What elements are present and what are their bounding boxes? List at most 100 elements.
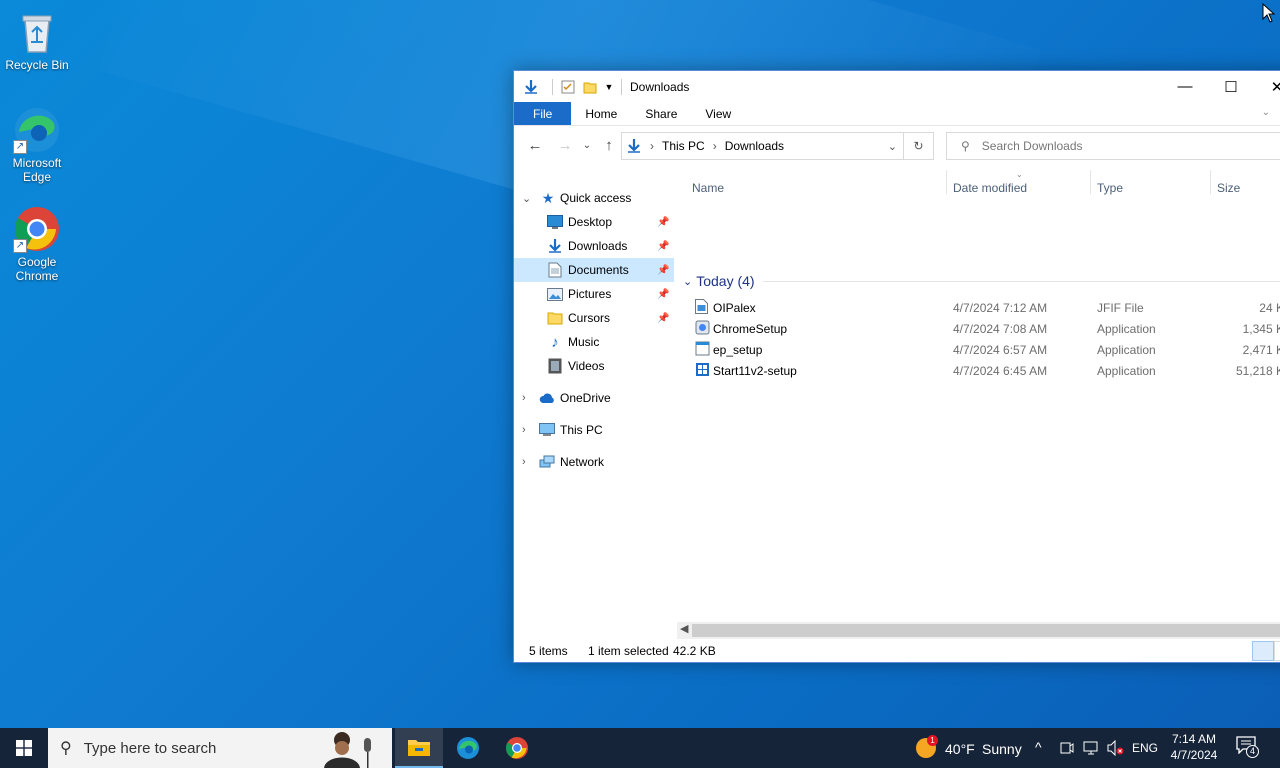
search-placeholder: Type here to search: [83, 739, 217, 757]
nav-item-network[interactable]: › Network: [514, 450, 674, 474]
desktop-icon-label: Recycle Bin: [5, 58, 69, 72]
pin-icon[interactable]: 📌: [657, 265, 669, 276]
file-row[interactable]: ChromeSetup 4/7/2024 7:08 AM Application…: [680, 318, 1280, 339]
search-icon: ⚲: [60, 740, 72, 757]
network-status-icon[interactable]: [1083, 740, 1099, 756]
network-icon: [539, 454, 555, 470]
nav-item-music[interactable]: ♪ Music: [514, 330, 674, 354]
pin-icon[interactable]: 📌: [657, 217, 669, 228]
star-icon: ★: [541, 189, 555, 206]
file-name: OIPalex: [713, 301, 756, 315]
expand-ribbon-chevron-icon[interactable]: ⌄: [1262, 107, 1270, 118]
show-hidden-icons-chevron-icon[interactable]: ^: [1035, 739, 1042, 755]
forward-arrow-icon[interactable]: →: [554, 137, 576, 154]
edge-icon: [457, 737, 479, 759]
up-arrow-icon[interactable]: ↑: [598, 137, 620, 154]
file-row[interactable]: Start11v2-setup 4/7/2024 6:45 AM Applica…: [680, 360, 1280, 381]
desktop-icon-recycle-bin[interactable]: Recycle Bin: [2, 8, 72, 72]
maximize-button[interactable]: ☐: [1208, 71, 1254, 102]
search-input[interactable]: ⚲ Search Downloads: [946, 132, 1280, 160]
breadcrumb-downloads[interactable]: Downloads: [725, 139, 784, 153]
column-header-date-modified[interactable]: Date modified: [953, 181, 1027, 195]
nav-item-documents[interactable]: Documents 📌: [514, 258, 674, 282]
nav-item-cursors[interactable]: Cursors 📌: [514, 306, 674, 330]
column-divider[interactable]: [946, 170, 947, 194]
minimize-button[interactable]: —: [1162, 71, 1208, 102]
volume-muted-icon[interactable]: [1107, 740, 1125, 756]
start-button[interactable]: [0, 728, 48, 768]
file-date: 4/7/2024 7:12 AM: [953, 301, 1048, 315]
meet-now-icon[interactable]: [1060, 740, 1074, 756]
horizontal-scrollbar[interactable]: ◀: [677, 622, 1280, 639]
nav-item-downloads[interactable]: Downloads 📌: [514, 234, 674, 258]
scrollbar-thumb[interactable]: [692, 624, 1280, 637]
details-view-button[interactable]: [1252, 641, 1274, 661]
expand-chevron-icon[interactable]: ›: [522, 456, 532, 468]
pin-icon[interactable]: 📌: [657, 313, 669, 324]
breadcrumb-separator-icon: ›: [650, 139, 654, 153]
downloads-icon[interactable]: [514, 71, 548, 102]
desktop-icon: [547, 214, 563, 230]
file-row[interactable]: ep_setup 4/7/2024 6:57 AM Application 2,…: [680, 339, 1280, 360]
tab-home[interactable]: Home: [571, 102, 631, 125]
nav-item-videos[interactable]: Videos: [514, 354, 674, 378]
collapse-chevron-icon[interactable]: ⌄: [683, 275, 692, 288]
pin-icon[interactable]: 📌: [657, 241, 669, 252]
refresh-button[interactable]: ↻: [904, 132, 934, 160]
nav-item-label: Music: [568, 335, 600, 349]
tab-file[interactable]: File: [514, 102, 572, 125]
nav-quick-access[interactable]: ⌄ ★ Quick access: [514, 186, 674, 210]
nav-item-onedrive[interactable]: › OneDrive: [514, 386, 674, 410]
file-row[interactable]: OIPalex 4/7/2024 7:12 AM JFIF File 24 KB: [680, 297, 1280, 318]
weather-widget[interactable]: 1 40°F Sunny: [912, 728, 1026, 768]
title-bar[interactable]: ▼ Downloads — ☐ ✕: [514, 71, 1280, 102]
videos-icon: [547, 358, 563, 374]
nav-item-this-pc[interactable]: › This PC: [514, 418, 674, 442]
desktop-icon-edge[interactable]: ↗ Microsoft Edge: [2, 106, 72, 184]
column-divider[interactable]: [1090, 170, 1091, 194]
language-indicator[interactable]: ENG: [1132, 741, 1158, 755]
large-icons-view-button[interactable]: [1274, 641, 1280, 661]
file-name: ChromeSetup: [713, 322, 788, 336]
recent-locations-chevron-icon[interactable]: ⌄: [576, 140, 598, 151]
taskbar-edge[interactable]: [444, 728, 492, 768]
close-button[interactable]: ✕: [1254, 71, 1280, 102]
properties-icon[interactable]: [557, 71, 579, 102]
column-header-size[interactable]: Size: [1217, 181, 1240, 195]
ribbon-tabs: File Home Share View ⌄: [514, 102, 1280, 126]
desktop-icon-chrome[interactable]: ↗ Google Chrome: [2, 205, 72, 283]
downloads-icon: [626, 138, 644, 154]
file-type: Application: [1097, 322, 1156, 336]
group-header-today[interactable]: ⌄ Today (4): [680, 271, 1280, 291]
weather-temperature: 40°F: [945, 741, 975, 757]
expand-chevron-icon[interactable]: ⌄: [522, 192, 532, 205]
expand-chevron-icon[interactable]: ›: [522, 392, 532, 404]
breadcrumb-this-pc[interactable]: This PC: [662, 139, 705, 153]
file-explorer-window: ▼ Downloads — ☐ ✕ File Home Share View ⌄…: [513, 70, 1280, 663]
customize-toolbar-chevron-icon[interactable]: ▼: [601, 71, 617, 102]
nav-item-desktop[interactable]: Desktop 📌: [514, 210, 674, 234]
taskbar-search-input[interactable]: ⚲ Type here to search: [48, 728, 392, 768]
taskbar-file-explorer[interactable]: [395, 728, 443, 768]
expand-chevron-icon[interactable]: ›: [522, 424, 532, 436]
tab-share[interactable]: Share: [631, 102, 691, 125]
nav-item-pictures[interactable]: Pictures 📌: [514, 282, 674, 306]
installer-icon: [695, 320, 710, 336]
nav-item-label: Pictures: [568, 287, 612, 301]
address-dropdown-chevron-icon[interactable]: ⌄: [888, 140, 897, 153]
column-header-type[interactable]: Type: [1097, 181, 1123, 195]
action-center-button[interactable]: 4: [1236, 736, 1260, 760]
back-arrow-icon[interactable]: ←: [524, 137, 546, 154]
scroll-left-arrow-icon[interactable]: ◀: [680, 622, 688, 635]
status-bar: 5 items 1 item selected 42.2 KB: [514, 641, 1280, 663]
tab-view[interactable]: View: [691, 102, 745, 125]
new-folder-icon[interactable]: [579, 71, 601, 102]
sort-indicator-icon: ⌄: [1016, 170, 1023, 179]
column-header-name[interactable]: Name: [692, 181, 724, 195]
address-bar[interactable]: › This PC › Downloads ⌄: [621, 132, 904, 160]
clock[interactable]: 7:14 AM 4/7/2024: [1162, 728, 1226, 768]
folder-icon: [547, 310, 563, 326]
pin-icon[interactable]: 📌: [657, 289, 669, 300]
column-divider[interactable]: [1210, 170, 1211, 194]
taskbar-chrome[interactable]: [493, 728, 541, 768]
